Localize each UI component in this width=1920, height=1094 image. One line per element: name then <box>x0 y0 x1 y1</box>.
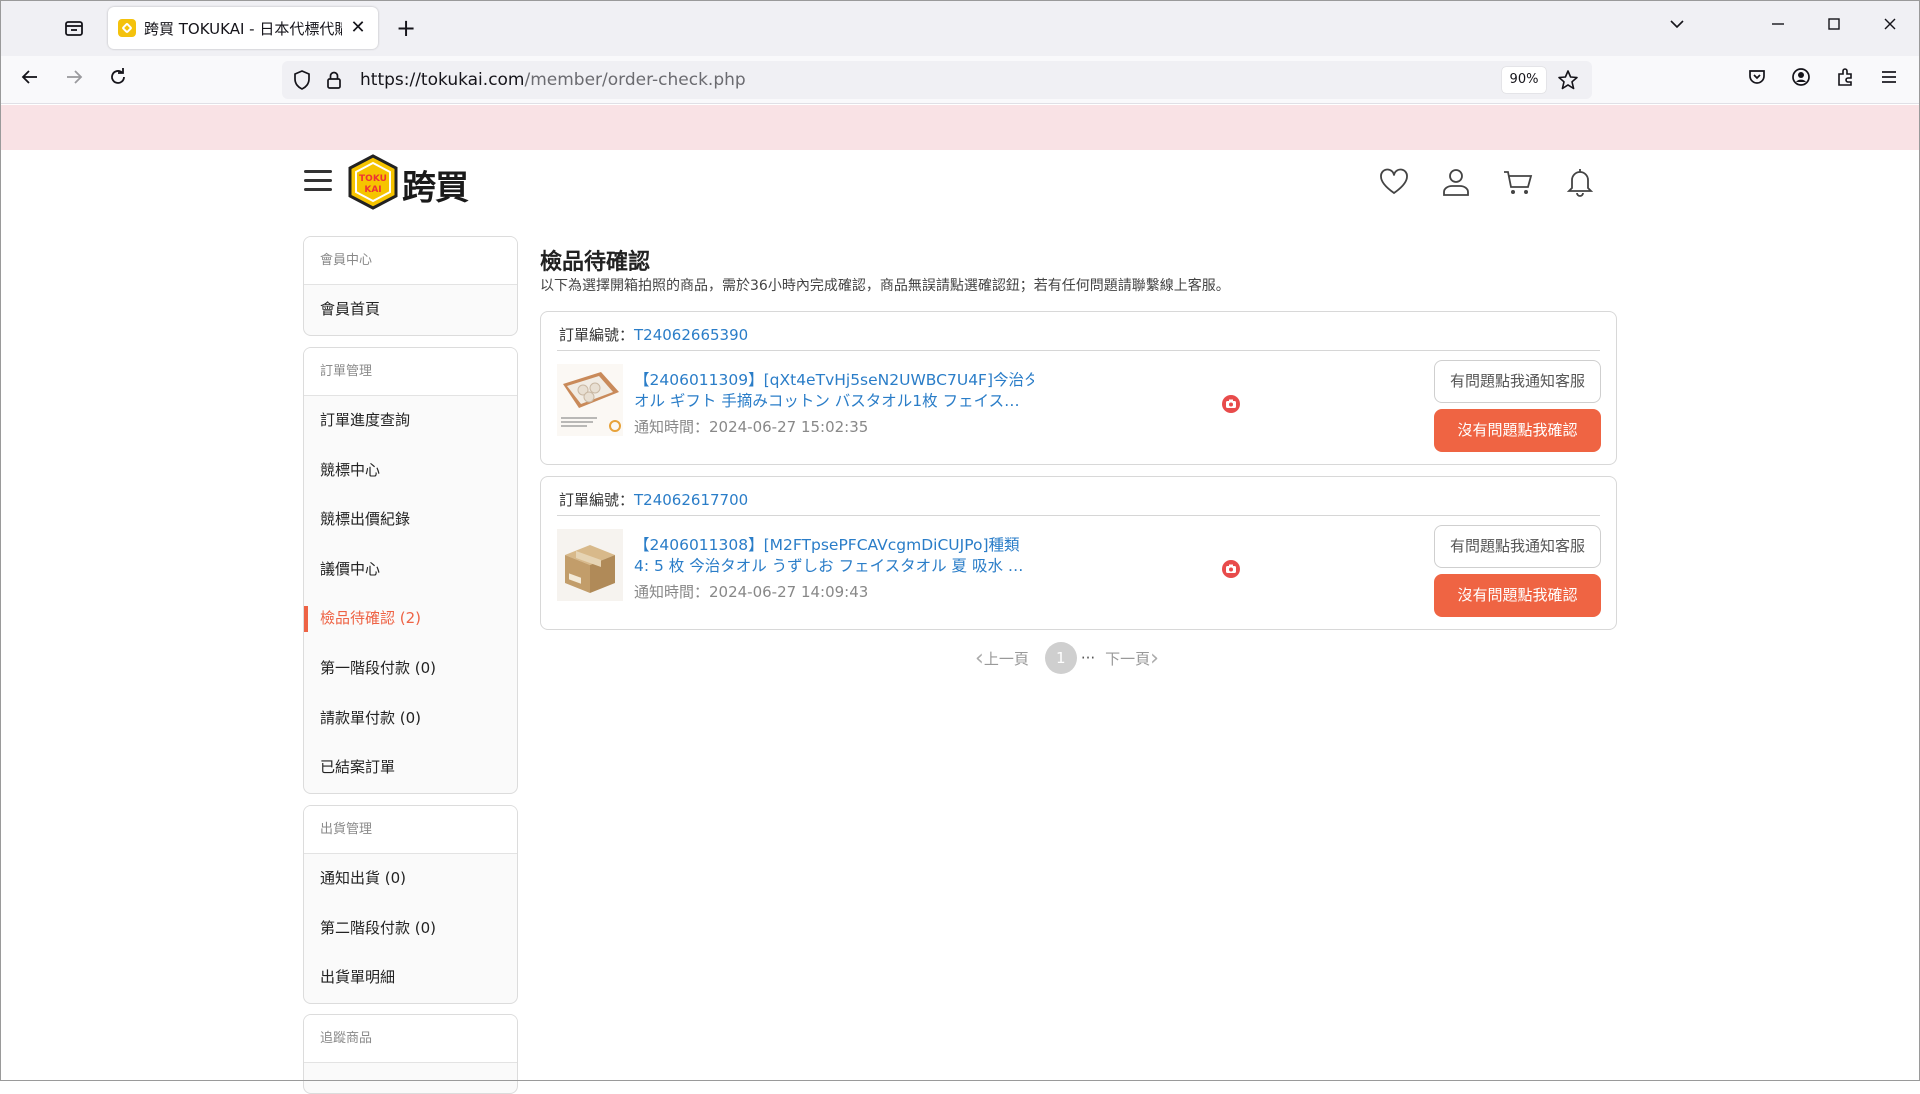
product-title-line: 【2406011309】[qXt4eTvHj5seN2UWBC7U4F]今治タ <box>634 371 1034 389</box>
divider <box>557 350 1600 351</box>
site-logo[interactable]: TOKU KAI 跨買 <box>346 154 476 210</box>
sidebar-section-head: 追蹤商品 <box>304 1015 517 1063</box>
product-title-line: 4: 5 枚 今治タオル うずしお フェイスタオル 夏 吸水 … <box>634 557 1024 575</box>
divider <box>557 515 1600 516</box>
bookmark-star-icon[interactable] <box>1556 68 1580 92</box>
zoom-level-badge[interactable]: 90% <box>1502 67 1546 93</box>
app-menu-icon[interactable] <box>1875 66 1903 94</box>
url-bar[interactable]: https://tokukai.com/member/order-check.p… <box>282 61 1592 99</box>
notification-bell-icon[interactable] <box>1564 166 1596 198</box>
confirm-no-issue-button[interactable]: 沒有問題點我確認 <box>1434 574 1601 617</box>
sidebar-item-first-payment[interactable]: 第一階段付款 (0) <box>304 644 517 694</box>
browser-tab-active[interactable]: 跨買 TOKUKAI - 日本代標代購 ✕ <box>108 7 378 49</box>
order-number-label: 訂單編號： <box>559 326 635 344</box>
pocket-icon[interactable] <box>1743 66 1771 94</box>
order-number-link[interactable]: T24062617700 <box>634 491 748 509</box>
lock-icon[interactable] <box>322 68 346 92</box>
extensions-icon[interactable] <box>1831 66 1859 94</box>
page-number-current[interactable]: 1 <box>1044 642 1077 674</box>
tab-list-icon[interactable] <box>60 14 88 42</box>
sidebar-section-shipping: 出貨管理 通知出貨 (0) 第二階段付款 (0) 出貨單明細 <box>303 805 518 1004</box>
tab-title: 跨買 TOKUKAI - 日本代標代購 <box>144 19 342 38</box>
product-thumbnail[interactable] <box>557 529 623 601</box>
notify-time: 通知時間：2024-06-27 15:02:35 <box>634 418 869 436</box>
chevron-left-icon[interactable]: ‹ <box>975 646 984 671</box>
prev-page-link[interactable]: 上一頁 <box>984 648 1029 669</box>
sidebar-item-second-payment[interactable]: 第二階段付款 (0) <box>304 904 517 954</box>
url-domain: https://tokukai.com <box>360 70 525 90</box>
sidebar-item-bid-center[interactable]: 競標中心 <box>304 446 517 496</box>
order-card: 訂單編號：T24062617700 【2406011308】[M2FTpsePF… <box>540 476 1617 630</box>
report-issue-button[interactable]: 有問題點我通知客服 <box>1434 525 1601 568</box>
product-thumbnail[interactable] <box>557 364 623 436</box>
sidebar-item-negotiation[interactable]: 議價中心 <box>304 545 517 595</box>
account-icon[interactable] <box>1787 66 1815 94</box>
order-number-label: 訂單編號： <box>559 491 635 509</box>
sidebar-item-bid-history[interactable]: 競標出價紀錄 <box>304 495 517 545</box>
shopping-cart-icon[interactable] <box>1502 166 1534 198</box>
close-window-icon[interactable] <box>1876 14 1904 42</box>
sidebar-item-order-progress[interactable]: 訂單進度查詢 <box>304 396 517 446</box>
site-favicon-icon <box>118 19 136 37</box>
page-ellipsis: ··· <box>1080 649 1096 667</box>
tracking-shield-icon[interactable] <box>290 68 314 92</box>
product-title-line: 【2406011308】[M2FTpsePFCAVcgmDiCUJPo]種類 <box>634 536 1020 554</box>
forward-arrow-icon[interactable] <box>60 66 88 94</box>
page-title: 檢品待確認 <box>540 250 651 275</box>
order-number: 訂單編號：T24062665390 <box>559 324 748 345</box>
back-arrow-icon[interactable] <box>16 66 44 94</box>
minimize-window-icon[interactable] <box>1764 14 1792 42</box>
report-issue-button[interactable]: 有問題點我通知客服 <box>1434 360 1601 403</box>
logo-badge-bottom-text: KAI <box>364 185 381 195</box>
page-subtitle: 以下為選擇開箱拍照的商品，需於36小時內完成確認，商品無誤請點選確認鈕；若有任何… <box>540 278 1230 294</box>
tab-close-icon[interactable]: ✕ <box>348 18 368 38</box>
camera-icon[interactable] <box>1221 559 1241 579</box>
product-title-link[interactable]: 【2406011309】[qXt4eTvHj5seN2UWBC7U4F]今治タ … <box>634 370 1034 412</box>
url-text[interactable]: https://tokukai.com/member/order-check.p… <box>360 70 746 90</box>
new-tab-button[interactable]: + <box>392 14 420 42</box>
logo-text: 跨買 <box>402 168 469 208</box>
browser-tabbar: 跨買 TOKUKAI - 日本代標代購 ✕ + <box>0 0 1920 56</box>
reload-icon[interactable] <box>104 66 132 94</box>
next-page-link[interactable]: 下一頁 <box>1105 648 1150 669</box>
order-number: 訂單編號：T24062617700 <box>559 489 748 510</box>
tab-overflow-chevron-icon[interactable] <box>1663 14 1691 42</box>
confirm-no-issue-button[interactable]: 沒有問題點我確認 <box>1434 409 1601 452</box>
top-banner-strip <box>0 105 1920 150</box>
sidebar-item-inspection-pending[interactable]: 檢品待確認 (2) <box>304 594 517 644</box>
pagination: ‹ 上一頁 1 ··· 下一頁 › <box>975 641 1159 675</box>
sidebar-item-shipping-details[interactable]: 出貨單明細 <box>304 953 517 1003</box>
sidebar-section-member: 會員中心 會員首頁 <box>303 236 518 336</box>
member-user-icon[interactable] <box>1440 166 1472 198</box>
sidebar-section-head: 訂單管理 <box>304 348 517 396</box>
logo-badge-top-text: TOKU <box>359 174 387 184</box>
sidebar-section-head: 會員中心 <box>304 237 517 285</box>
sidebar-item-closed-orders[interactable]: 已結案訂單 <box>304 743 517 793</box>
order-number-link[interactable]: T24062665390 <box>634 326 748 344</box>
url-path: /member/order-check.php <box>524 70 746 90</box>
sidebar-item-member-home[interactable]: 會員首頁 <box>304 285 517 335</box>
sidebar-item-notify-shipping[interactable]: 通知出貨 (0) <box>304 854 517 904</box>
order-card: 訂單編號：T24062665390 【2406011309】[qXt4eTvHj… <box>540 311 1617 465</box>
product-title-link[interactable]: 【2406011308】[M2FTpsePFCAVcgmDiCUJPo]種類 4… <box>634 535 1034 577</box>
sidebar-section-head: 出貨管理 <box>304 806 517 854</box>
sidebar-item-invoice-payment[interactable]: 請款單付款 (0) <box>304 694 517 744</box>
sidebar-section-orders: 訂單管理 訂單進度查詢 競標中心 競標出價紀錄 議價中心 檢品待確認 (2) 第… <box>303 347 518 794</box>
site-menu-icon[interactable] <box>304 170 332 194</box>
sidebar-section-tracking: 追蹤商品 <box>303 1014 518 1094</box>
browser-navbar: https://tokukai.com/member/order-check.p… <box>0 56 1920 104</box>
wishlist-heart-icon[interactable] <box>1378 166 1410 198</box>
chevron-right-icon[interactable]: › <box>1150 646 1159 671</box>
maximize-window-icon[interactable] <box>1820 14 1848 42</box>
product-title-line: オル ギフト 手摘みコットン バスタオル1枚 フェイス… <box>634 392 1020 410</box>
camera-icon[interactable] <box>1221 394 1241 414</box>
logo-badge-icon: TOKU KAI <box>348 154 398 210</box>
notify-time: 通知時間：2024-06-27 14:09:43 <box>634 583 869 601</box>
